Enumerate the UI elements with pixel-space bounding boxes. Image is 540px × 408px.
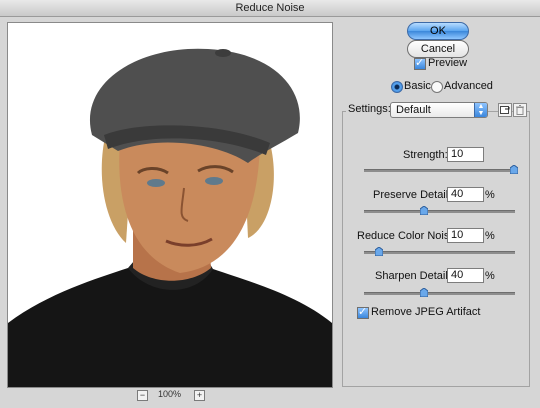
sharpen-details-field[interactable]: 40	[447, 268, 484, 283]
zoom-out-button[interactable]: −	[137, 390, 148, 401]
remove-jpeg-artifact-checkbox[interactable]	[357, 305, 369, 319]
settings-select[interactable]: Default ▲ ▼	[390, 102, 488, 118]
save-settings-icon[interactable]	[498, 103, 512, 117]
basic-label: Basic	[404, 80, 431, 92]
basic-radio[interactable]	[391, 81, 403, 93]
sharpen-details-slider-thumb[interactable]	[420, 288, 428, 297]
reduce-color-noise-slider-thumb[interactable]	[375, 247, 383, 256]
sharpen-details-label: Sharpen Details:	[375, 270, 457, 282]
zoom-level: 100%	[158, 389, 182, 399]
strength-slider-track[interactable]	[364, 169, 515, 172]
ok-button[interactable]: OK	[407, 22, 469, 40]
select-arrows-icon: ▲ ▼	[474, 103, 487, 117]
advanced-label: Advanced	[444, 80, 493, 92]
preserve-details-slider-track[interactable]	[364, 210, 515, 213]
reduce-color-noise-field[interactable]: 10	[447, 228, 484, 243]
strength-label: Strength:	[403, 149, 448, 161]
strength-slider-thumb[interactable]	[510, 165, 518, 174]
remove-jpeg-artifact-label: Remove JPEG Artifact	[371, 306, 481, 318]
preserve-details-unit: %	[485, 189, 495, 201]
reduce-color-noise-label: Reduce Color Noise:	[357, 230, 459, 242]
preserve-details-label: Preserve Details:	[373, 189, 457, 201]
settings-value: Default	[396, 104, 431, 116]
reduce-color-noise-slider-track[interactable]	[364, 251, 515, 254]
strength-field[interactable]: 10	[447, 147, 484, 162]
settings-label: Settings:	[346, 103, 393, 115]
sharpen-details-slider-track[interactable]	[364, 292, 515, 295]
reduce-color-noise-unit: %	[485, 230, 495, 242]
trash-icon[interactable]	[513, 103, 527, 117]
advanced-radio[interactable]	[431, 81, 443, 93]
preview-label: Preview	[428, 57, 468, 69]
preserve-details-field[interactable]: 40	[447, 187, 484, 202]
window-title: Reduce Noise	[0, 0, 540, 17]
zoom-bar: − 100% +	[0, 388, 340, 404]
preview-image[interactable]	[7, 22, 333, 388]
preserve-details-slider-thumb[interactable]	[420, 206, 428, 215]
sharpen-details-unit: %	[485, 270, 495, 282]
zoom-in-button[interactable]: +	[194, 390, 205, 401]
portrait-photo	[8, 23, 332, 387]
preview-checkbox[interactable]	[414, 56, 426, 70]
